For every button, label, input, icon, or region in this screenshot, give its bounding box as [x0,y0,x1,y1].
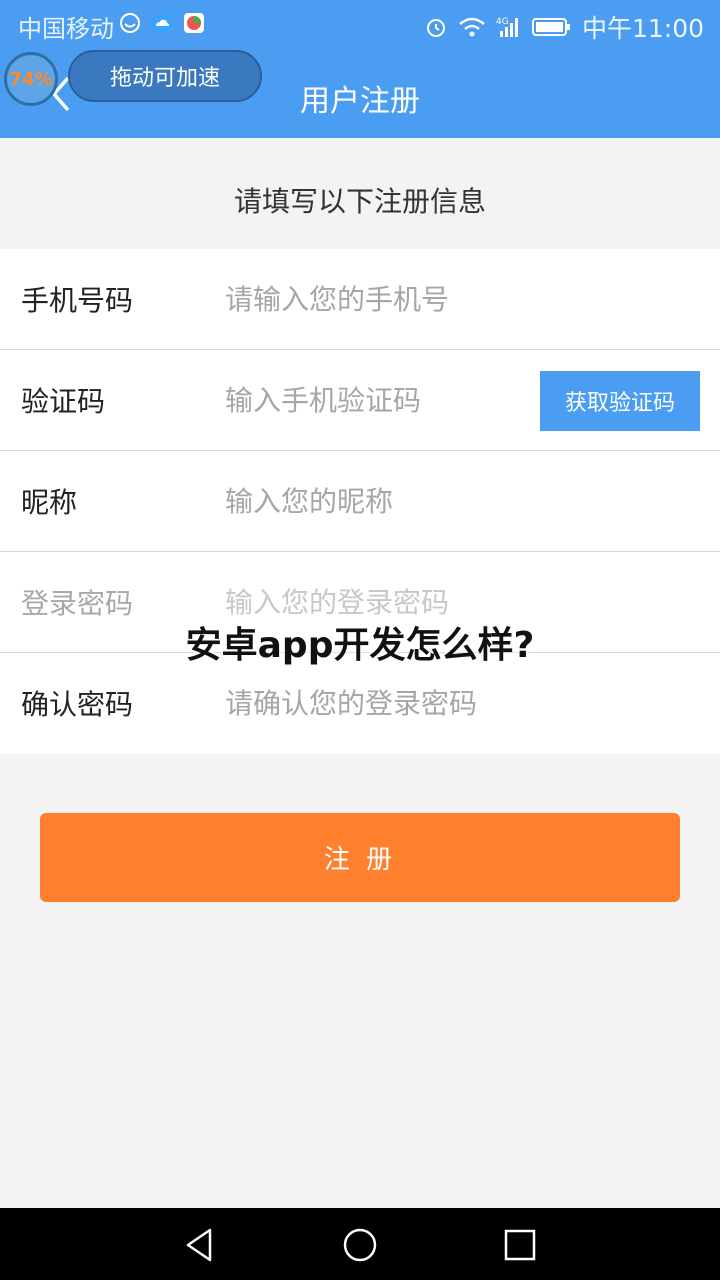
nav-home-icon[interactable] [341,1226,379,1264]
status-right: 4G 中午11:00 [424,9,704,45]
nav-back-icon[interactable] [180,1226,218,1264]
nickname-label: 昵称 [21,486,78,519]
code-row: 验证码 获取验证码 [0,350,720,451]
battery-icon [531,18,570,36]
speed-up-label: 拖动可加速 [109,66,220,91]
register-form: 手机号码 验证码 获取验证码 昵称 登录密码 确认密码 [0,249,720,754]
browser-icon [184,13,204,33]
signal-icon: 4G [496,17,518,37]
phone-label: 手机号码 [21,284,134,317]
memory-percent: 74% [9,68,53,90]
system-nav-bar [0,1208,720,1280]
phone-row: 手机号码 [0,249,720,350]
form-heading: 请填写以下注册信息 [233,185,486,218]
status-bar: 中国移动 4G 中午11:00 [0,0,720,50]
svg-text:4G: 4G [496,17,509,27]
nickname-row: 昵称 [0,451,720,552]
speed-ball[interactable]: 74% [4,52,58,106]
get-code-button[interactable]: 获取验证码 [540,371,700,431]
alarm-icon [426,19,445,37]
phone-input[interactable] [225,271,525,327]
nav-recents-icon[interactable] [501,1226,539,1264]
watermark-caption: 安卓app开发怎么样? [185,625,535,666]
wifi-icon [459,17,485,37]
notification-icons [118,11,206,35]
confirm-password-label: 确认密码 [21,688,134,721]
speed-up-pill[interactable]: 拖动可加速 [68,50,262,102]
clock: 中午11:00 [581,14,704,43]
confirm-password-input[interactable] [225,675,525,731]
confirm-password-row: 确认密码 [0,653,720,754]
cloud-icon [152,13,172,33]
nickname-input[interactable] [225,473,525,529]
code-label: 验证码 [21,385,106,418]
carrier-name: 中国移动 [18,15,114,43]
register-button[interactable]: 注 册 [40,813,680,902]
code-input[interactable] [225,372,525,428]
face-icon [120,13,140,33]
